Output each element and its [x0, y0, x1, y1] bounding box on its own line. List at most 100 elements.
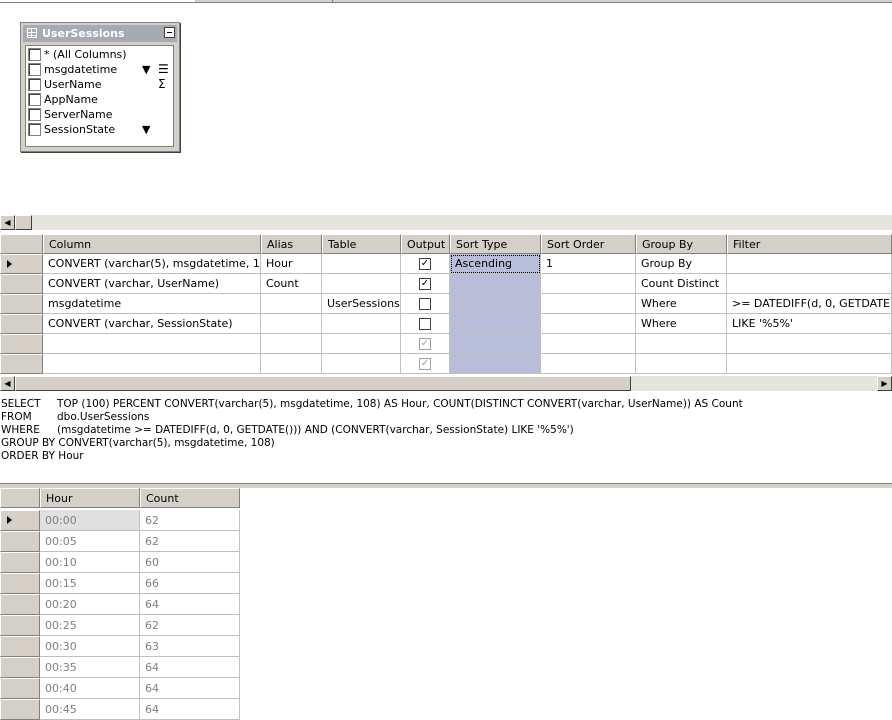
grid-cell-sort-order[interactable] — [541, 294, 636, 314]
grid-cell-alias[interactable] — [261, 314, 322, 334]
results-cell[interactable]: 62 — [140, 531, 240, 552]
grid-cell-output[interactable]: ✓ — [401, 274, 450, 294]
output-checkbox[interactable]: ✓ — [419, 258, 431, 270]
grid-cell-group-by[interactable]: Group By — [636, 254, 727, 274]
grid-cell-column[interactable]: CONVERT (varchar, UserName) — [43, 274, 261, 294]
results-cell[interactable]: 64 — [140, 699, 240, 720]
minimize-icon[interactable] — [164, 27, 175, 38]
column-list-item[interactable]: ServerName — [28, 107, 172, 122]
results-cell[interactable]: 00:25 — [40, 615, 140, 636]
scroll-left-icon[interactable]: ◀ — [0, 376, 15, 391]
results-cell[interactable]: 63 — [140, 636, 240, 657]
grid-cell-table[interactable] — [322, 314, 401, 334]
column-checkbox[interactable] — [28, 93, 41, 106]
results-row-selector[interactable] — [0, 699, 40, 720]
grid-row-selector[interactable] — [0, 294, 43, 314]
grid-cell-alias[interactable] — [261, 354, 322, 374]
sql-pane[interactable]: SELECT TOP (100) PERCENT CONVERT(varchar(… — [0, 397, 892, 485]
grid-cell-alias[interactable]: Count — [261, 274, 322, 294]
grid-cell-output[interactable]: ✓ — [401, 354, 450, 374]
grid-cell-sort-order[interactable] — [541, 354, 636, 374]
column-list-item[interactable]: msgdatetime ▼ ☰ — [28, 62, 172, 77]
grid-cell-sort-type[interactable] — [450, 334, 541, 354]
grid-cell-filter[interactable]: >= DATEDIFF(d, 0, GETDATE()) — [727, 294, 892, 314]
column-checkbox[interactable] — [28, 48, 41, 61]
results-cell[interactable]: 00:35 — [40, 657, 140, 678]
results-corner-header[interactable] — [0, 488, 40, 508]
grid-cell-group-by[interactable]: Where — [636, 294, 727, 314]
results-header-hour[interactable]: Hour — [40, 488, 140, 508]
results-pane[interactable]: Hour Count 00:00 62 00:05 62 00:10 60 00:15 66 00:… — [0, 488, 892, 720]
grid-cell-sort-order[interactable] — [541, 334, 636, 354]
grid-header-alias[interactable]: Alias — [261, 234, 322, 254]
criteria-grid[interactable]: Column Alias Table Output Sort Type Sort Orde… — [0, 234, 892, 375]
results-row-selector[interactable] — [0, 615, 40, 636]
grid-cell-column[interactable] — [43, 334, 261, 354]
table-box-title-bar[interactable]: UserSessions — [23, 25, 177, 42]
grid-cell-output[interactable]: ✓ — [401, 254, 450, 274]
grid-corner-header[interactable] — [0, 234, 43, 254]
column-list-item[interactable]: UserName Σ — [28, 77, 172, 92]
grid-cell-table[interactable]: UserSessions — [322, 294, 401, 314]
grid-cell-sort-order[interactable]: 1 — [541, 254, 636, 274]
column-list[interactable]: * (All Columns) msgdatetime ▼ ☰ UserName Σ App… — [25, 45, 174, 147]
column-list-item[interactable]: AppName — [28, 92, 172, 107]
grid-cell-column[interactable] — [43, 354, 261, 374]
results-cell[interactable]: 60 — [140, 552, 240, 573]
grid-bottom-scrollbar[interactable]: ◀ ▶ — [0, 375, 892, 391]
column-checkbox[interactable] — [28, 78, 41, 91]
column-list-item[interactable]: * (All Columns) — [28, 47, 172, 62]
column-checkbox[interactable] — [28, 123, 41, 136]
results-row-selector[interactable] — [0, 510, 40, 531]
results-cell[interactable]: 00:20 — [40, 594, 140, 615]
results-cell[interactable]: 66 — [140, 573, 240, 594]
output-checkbox[interactable] — [419, 298, 431, 310]
results-row-selector[interactable] — [0, 678, 40, 699]
grid-header-table[interactable]: Table — [322, 234, 401, 254]
results-cell[interactable]: 64 — [140, 678, 240, 699]
results-cell[interactable]: 00:15 — [40, 573, 140, 594]
grid-header-sort-type[interactable]: Sort Type — [450, 234, 541, 254]
output-checkbox[interactable]: ✓ — [419, 278, 431, 290]
grid-cell-filter[interactable] — [727, 274, 892, 294]
grid-cell-column[interactable]: CONVERT (varchar, SessionState) — [43, 314, 261, 334]
grid-cell-sort-type[interactable] — [450, 354, 541, 374]
grid-cell-group-by[interactable] — [636, 334, 727, 354]
grid-top-scrollbar[interactable]: ◀ — [0, 214, 892, 230]
grid-header-group-by[interactable]: Group By — [636, 234, 727, 254]
results-row-selector[interactable] — [0, 657, 40, 678]
scroll-right-icon[interactable]: ▶ — [877, 376, 892, 391]
grid-cell-filter[interactable] — [727, 254, 892, 274]
grid-cell-output[interactable]: ✓ — [401, 334, 450, 354]
grid-cell-group-by[interactable] — [636, 354, 727, 374]
grid-cell-group-by[interactable]: Count Distinct — [636, 274, 727, 294]
grid-cell-output[interactable] — [401, 294, 450, 314]
grid-cell-table[interactable] — [322, 334, 401, 354]
results-row-selector[interactable] — [0, 594, 40, 615]
grid-header-column[interactable]: Column — [43, 234, 261, 254]
grid-header-output[interactable]: Output — [401, 234, 450, 254]
grid-header-filter[interactable]: Filter — [727, 234, 892, 254]
grid-row-selector[interactable] — [0, 254, 43, 274]
results-row-selector[interactable] — [0, 531, 40, 552]
results-row-selector[interactable] — [0, 552, 40, 573]
grid-cell-column[interactable]: msgdatetime — [43, 294, 261, 314]
scroll-left-icon[interactable]: ◀ — [0, 215, 15, 230]
grid-cell-sort-type[interactable] — [450, 294, 541, 314]
results-cell[interactable]: 62 — [140, 615, 240, 636]
output-checkbox[interactable] — [419, 318, 431, 330]
tab-active[interactable] — [0, 0, 195, 2]
results-cell[interactable]: 00:10 — [40, 552, 140, 573]
grid-cell-column[interactable]: CONVERT (varchar(5), msgdatetime, 108) — [43, 254, 261, 274]
grid-cell-filter[interactable] — [727, 354, 892, 374]
grid-cell-sort-type[interactable] — [450, 314, 541, 334]
column-checkbox[interactable] — [28, 108, 41, 121]
column-checkbox[interactable] — [28, 63, 41, 76]
grid-row-selector[interactable] — [0, 334, 43, 354]
results-cell[interactable]: 00:40 — [40, 678, 140, 699]
grid-row-selector[interactable] — [0, 314, 43, 334]
grid-cell-group-by[interactable]: Where — [636, 314, 727, 334]
grid-cell-table[interactable] — [322, 254, 401, 274]
results-cell[interactable]: 62 — [140, 510, 240, 531]
scroll-thumb[interactable] — [15, 376, 631, 391]
